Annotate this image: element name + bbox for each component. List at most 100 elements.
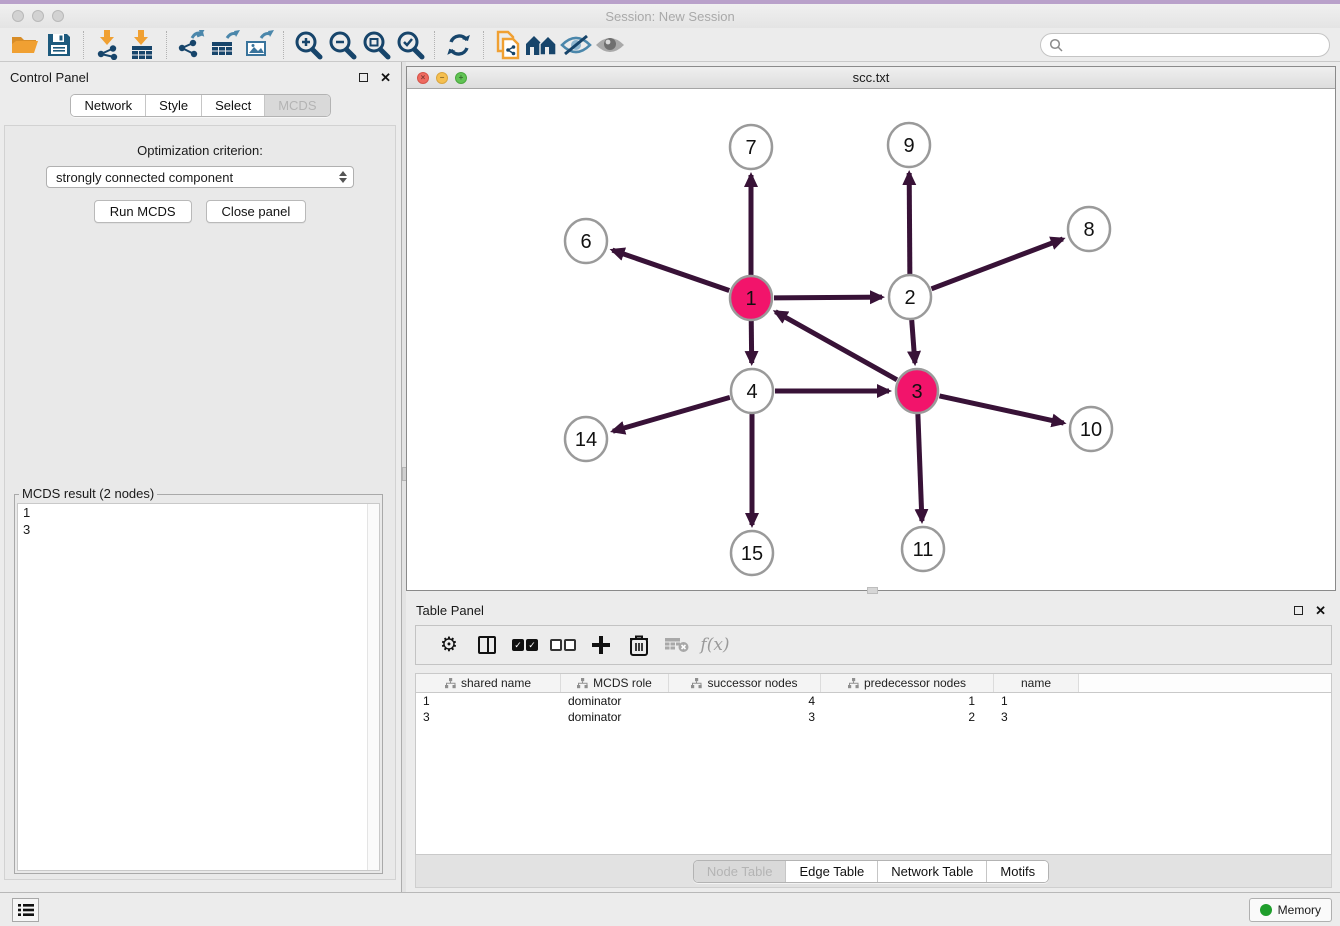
import-table-icon[interactable] (125, 30, 159, 60)
close-panel-icon[interactable]: ✕ (380, 73, 391, 82)
close-panel-button[interactable]: Close panel (206, 200, 307, 223)
tab-style[interactable]: Style (145, 95, 201, 116)
tab-select[interactable]: Select (201, 95, 264, 116)
tab-network-table[interactable]: Network Table (877, 861, 986, 882)
table-cell[interactable]: 3 (416, 710, 561, 724)
search-input[interactable] (1068, 36, 1329, 54)
shared-attribute-icon (445, 678, 456, 689)
app-window-title: Session: New Session (0, 9, 1340, 24)
add-column-icon[interactable] (582, 630, 620, 660)
column-header-label: MCDS role (593, 676, 652, 690)
search-field[interactable] (1040, 33, 1330, 57)
graph-node-label: 1 (745, 288, 756, 310)
toolbar-separator (483, 31, 484, 59)
graph-node-label: 10 (1080, 419, 1102, 441)
close-table-panel-icon[interactable]: ✕ (1315, 606, 1326, 615)
select-stepper-icon (339, 171, 347, 183)
column-header-name[interactable]: name (994, 674, 1079, 692)
float-panel-icon[interactable] (359, 73, 368, 82)
table-cell[interactable]: 2 (821, 710, 994, 724)
table-cell[interactable]: 1 (821, 694, 994, 708)
column-header-label: shared name (461, 676, 531, 690)
graph-edge-3-10[interactable] (939, 396, 1063, 423)
graph-edge-4-14[interactable] (613, 397, 730, 431)
delete-table-icon[interactable] (658, 630, 696, 660)
optimization-criterion-label: Optimization criterion: (5, 143, 395, 158)
export-network-icon[interactable] (174, 30, 208, 60)
column-header-label: successor nodes (707, 676, 797, 690)
graph-edge-2-8[interactable] (932, 239, 1063, 289)
graph-edge-2-3[interactable] (912, 320, 915, 363)
graph-edge-1-2[interactable] (774, 297, 882, 298)
memory-status-icon (1260, 904, 1272, 916)
memory-button[interactable]: Memory (1249, 898, 1332, 922)
float-table-panel-icon[interactable] (1294, 606, 1303, 615)
graph-edge-2-9[interactable] (909, 173, 910, 274)
show-column-icon[interactable] (468, 630, 506, 660)
tab-mcds[interactable]: MCDS (264, 95, 329, 116)
deselect-all-icon[interactable] (544, 630, 582, 660)
zoom-out-icon[interactable] (325, 30, 359, 60)
import-network-icon[interactable] (91, 30, 125, 60)
tab-network[interactable]: Network (71, 95, 145, 116)
column-header-predecessor-nodes[interactable]: predecessor nodes (821, 674, 994, 692)
graph-node-label: 8 (1083, 219, 1094, 241)
zoom-selected-icon[interactable] (393, 30, 427, 60)
mcds-result-textarea[interactable]: 13 (17, 503, 380, 871)
table-cell[interactable]: 1 (416, 694, 561, 708)
column-header-shared-name[interactable]: shared name (416, 674, 561, 692)
graph-edge-1-6[interactable] (612, 250, 729, 290)
table-cell[interactable]: 3 (669, 710, 821, 724)
run-mcds-button[interactable]: Run MCDS (94, 200, 192, 223)
search-icon (1049, 38, 1063, 52)
hide-graphics-details-icon[interactable] (559, 30, 593, 60)
zoom-in-icon[interactable] (291, 30, 325, 60)
shared-attribute-icon (691, 678, 702, 689)
column-header-successor-nodes[interactable]: successor nodes (669, 674, 821, 692)
graph-node-label: 2 (904, 287, 915, 309)
table-header-row: shared name MCDS role successor nodes prede… (416, 673, 1331, 693)
node-table[interactable]: shared name MCDS role successor nodes prede… (415, 673, 1332, 855)
save-session-icon[interactable] (42, 30, 76, 60)
graph-node-label: 3 (911, 381, 922, 403)
table-cell[interactable]: dominator (561, 694, 669, 708)
open-session-icon[interactable] (8, 30, 42, 60)
column-header-MCDS-role[interactable]: MCDS role (561, 674, 669, 692)
network-window-titlebar[interactable]: × − + scc.txt (407, 67, 1335, 89)
select-all-icon[interactable]: ✓✓ (506, 630, 544, 660)
tab-node-table[interactable]: Node Table (694, 861, 786, 882)
optimization-criterion-select[interactable]: strongly connected component (46, 166, 354, 188)
table-cell[interactable]: 1 (994, 694, 1079, 708)
shared-attribute-icon (577, 678, 588, 689)
zoom-fit-icon[interactable] (359, 30, 393, 60)
clone-network-icon[interactable] (491, 30, 525, 60)
tab-motifs[interactable]: Motifs (986, 861, 1048, 882)
result-scrollbar[interactable] (367, 504, 379, 870)
table-row[interactable]: 1dominator411 (416, 693, 1331, 709)
first-neighbors-icon[interactable] (525, 30, 559, 60)
tab-edge-table[interactable]: Edge Table (785, 861, 877, 882)
column-header-label: predecessor nodes (864, 676, 966, 690)
task-history-button[interactable] (12, 898, 39, 922)
control-panel: Control Panel ✕ NetworkStyleSelectMCDS O… (0, 62, 401, 892)
table-mode-gear-icon[interactable]: ⚙ (430, 630, 468, 660)
horizontal-splitter-grip[interactable] (867, 587, 878, 594)
export-table-icon[interactable] (208, 30, 242, 60)
network-canvas[interactable]: 7968124314101511 (407, 89, 1335, 590)
toolbar-separator (83, 31, 84, 59)
table-cell[interactable]: 3 (994, 710, 1079, 724)
table-row[interactable]: 3dominator323 (416, 709, 1331, 725)
mcds-result-line: 1 (18, 504, 379, 521)
export-image-icon[interactable] (242, 30, 276, 60)
network-graph[interactable]: 7968124314101511 (407, 89, 1335, 590)
graph-edge-3-11[interactable] (918, 414, 922, 521)
table-cell[interactable]: dominator (561, 710, 669, 724)
refresh-view-icon[interactable] (442, 30, 476, 60)
table-cell[interactable]: 4 (669, 694, 821, 708)
function-builder-icon[interactable]: f(x) (696, 630, 734, 660)
network-window-title: scc.txt (407, 70, 1335, 85)
graph-edge-3-1[interactable] (775, 312, 897, 380)
delete-column-icon[interactable] (620, 630, 658, 660)
show-graphics-details-icon[interactable] (593, 30, 627, 60)
graph-node-label: 15 (741, 543, 763, 565)
